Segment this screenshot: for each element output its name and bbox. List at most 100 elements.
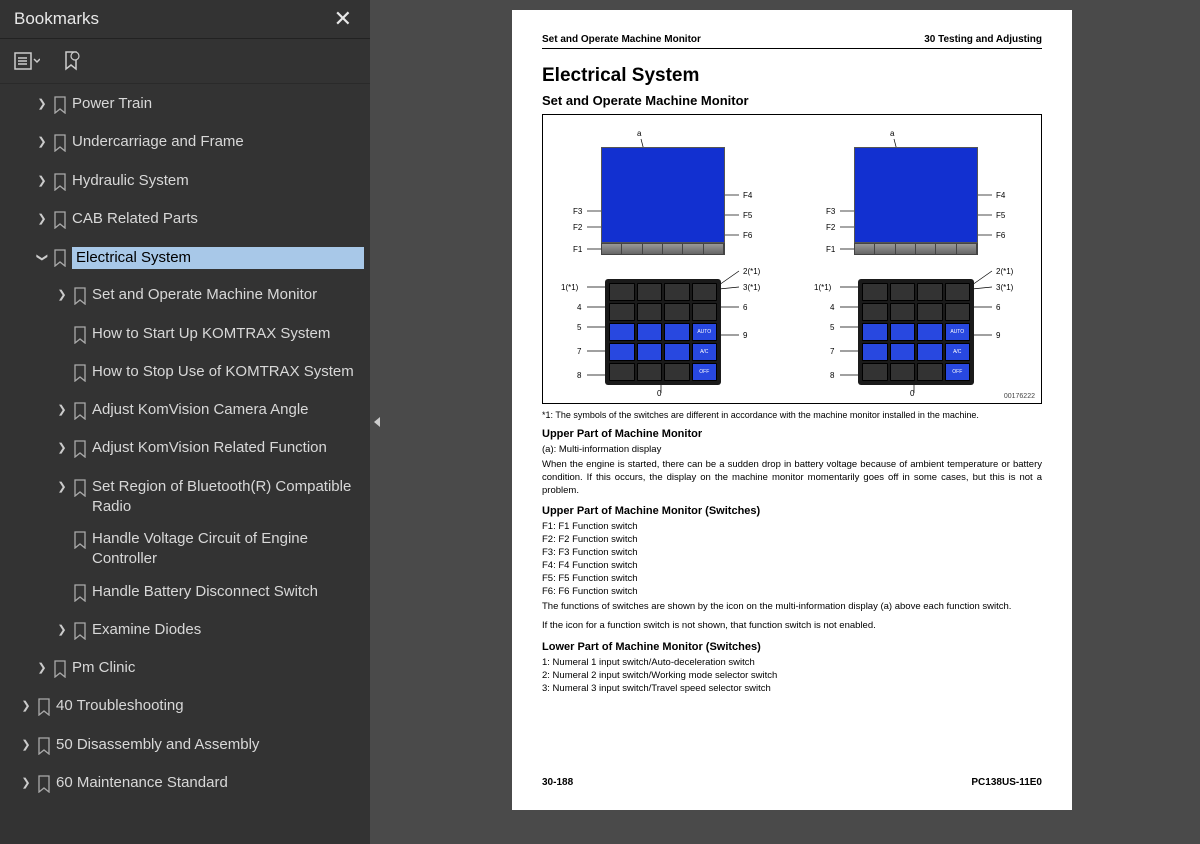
bookmark-item[interactable]: How to Stop Use of KOMTRAX System bbox=[4, 356, 370, 394]
bookmark-tree[interactable]: ❯Power Train❯Undercarriage and Frame❯Hyd… bbox=[0, 84, 370, 844]
document-viewport[interactable]: Set and Operate Machine Monitor 30 Testi… bbox=[384, 0, 1200, 844]
bookmark-icon bbox=[52, 173, 72, 197]
bookmark-icon bbox=[72, 287, 92, 311]
bookmark-icon bbox=[36, 698, 56, 722]
bookmark-label: Pm Clinic bbox=[72, 658, 364, 678]
page-h1: Electrical System bbox=[542, 65, 1042, 87]
options-icon[interactable] bbox=[14, 49, 40, 73]
chevron-icon[interactable]: ❯ bbox=[16, 699, 36, 714]
bookmark-label: 60 Maintenance Standard bbox=[56, 773, 364, 793]
chevron-icon[interactable]: ❯ bbox=[16, 776, 36, 791]
para-b1: The functions of switches are shown by t… bbox=[542, 601, 1042, 614]
chevron-icon[interactable]: ❯ bbox=[52, 288, 72, 303]
bookmark-item[interactable]: ❯ 40 Troubleshooting bbox=[4, 690, 370, 728]
bookmark-label: Set and Operate Machine Monitor bbox=[92, 285, 364, 305]
page-h2: Set and Operate Machine Monitor bbox=[542, 93, 1042, 108]
bookmark-item[interactable]: ❯ Electrical System bbox=[4, 241, 370, 279]
bookmark-icon bbox=[52, 134, 72, 158]
chevron-icon[interactable]: ❯ bbox=[32, 135, 52, 150]
list-item: F4: F4 Function switch bbox=[542, 560, 1042, 571]
para-b2: If the icon for a function switch is not… bbox=[542, 620, 1042, 633]
bookmark-item[interactable]: ❯ Hydraulic System bbox=[4, 165, 370, 203]
list-item: 1: Numeral 1 input switch/Auto-decelerat… bbox=[542, 657, 1042, 668]
bookmark-label: Handle Voltage Circuit of Engine Control… bbox=[92, 529, 364, 570]
bookmark-item[interactable]: Handle Voltage Circuit of Engine Control… bbox=[4, 523, 370, 576]
list-item: F2: F2 Function switch bbox=[542, 534, 1042, 545]
bookmark-ribbon-icon[interactable] bbox=[58, 49, 84, 73]
monitor-diagram-left: aF3F2F1F4F5F6AUTOA/COFF1(*1)45782(*1)3(*… bbox=[551, 129, 780, 397]
bookmark-icon bbox=[72, 440, 92, 464]
bookmark-label: Hydraulic System bbox=[72, 171, 364, 191]
page-footer: 30-188 PC138US-11E0 bbox=[542, 777, 1042, 788]
bookmark-item[interactable]: ❯ Set and Operate Machine Monitor bbox=[4, 279, 370, 317]
bookmark-item[interactable]: ❯ Examine Diodes bbox=[4, 614, 370, 652]
bookmark-item[interactable]: ❯ Pm Clinic bbox=[4, 652, 370, 690]
heading-upper: Upper Part of Machine Monitor bbox=[542, 428, 1042, 440]
bookmark-label: How to Stop Use of KOMTRAX System bbox=[92, 362, 364, 382]
bookmark-label: Adjust KomVision Related Function bbox=[92, 438, 364, 458]
bookmark-item[interactable]: ❯ CAB Related Parts bbox=[4, 203, 370, 241]
bookmark-icon bbox=[72, 622, 92, 646]
bookmark-icon bbox=[72, 364, 92, 388]
header-right: 30 Testing and Adjusting bbox=[924, 34, 1042, 45]
bookmark-item[interactable]: ❯ Adjust KomVision Related Function bbox=[4, 432, 370, 470]
chevron-icon[interactable]: ❯ bbox=[16, 738, 36, 753]
bookmark-item[interactable]: ❯Power Train bbox=[4, 88, 370, 126]
figure-footnote: *1: The symbols of the switches are diff… bbox=[542, 410, 1042, 420]
bookmark-item[interactable]: ❯Undercarriage and Frame bbox=[4, 126, 370, 164]
bookmark-item[interactable]: ❯ 60 Maintenance Standard bbox=[4, 767, 370, 805]
bookmark-item[interactable]: ❯Adjust KomVision Camera Angle bbox=[4, 394, 370, 432]
close-icon[interactable]: ✕ bbox=[330, 6, 356, 32]
chevron-icon[interactable]: ❯ bbox=[52, 480, 72, 495]
footer-left: 30-188 bbox=[542, 777, 573, 788]
bookmark-label: Set Region of Bluetooth(R) Compatible Ra… bbox=[92, 477, 364, 518]
figure-id: 00176222 bbox=[1004, 393, 1035, 400]
panel-collapse-handle[interactable] bbox=[370, 0, 384, 844]
chevron-left-icon bbox=[374, 417, 380, 427]
bookmark-label: CAB Related Parts bbox=[72, 209, 364, 229]
list-item: F3: F3 Function switch bbox=[542, 547, 1042, 558]
sidebar-toolbar bbox=[0, 39, 370, 84]
bookmark-item[interactable]: Handle Battery Disconnect Switch bbox=[4, 576, 370, 614]
heading-upper-switches: Upper Part of Machine Monitor (Switches) bbox=[542, 505, 1042, 517]
chevron-icon[interactable]: ❯ bbox=[52, 403, 72, 418]
bookmark-item[interactable]: ❯ Set Region of Bluetooth(R) Compatible R… bbox=[4, 471, 370, 524]
chevron-icon[interactable]: ❯ bbox=[32, 212, 52, 227]
pdf-page: Set and Operate Machine Monitor 30 Testi… bbox=[512, 10, 1072, 810]
chevron-icon[interactable]: ❯ bbox=[32, 174, 52, 189]
sub-a: (a): Multi-information display bbox=[542, 444, 1042, 455]
para-a: When the engine is started, there can be… bbox=[542, 459, 1042, 497]
bookmark-icon bbox=[72, 531, 92, 555]
f-switch-list: F1: F1 Function switch F2: F2 Function sw… bbox=[542, 521, 1042, 597]
bookmark-icon bbox=[52, 249, 72, 273]
monitor-diagram-right: aF3F2F1F4F5F6AUTOA/COFF1(*1)45782(*1)3(*… bbox=[804, 129, 1033, 397]
chevron-icon[interactable]: ❯ bbox=[32, 661, 52, 676]
sidebar-header: Bookmarks ✕ bbox=[0, 0, 370, 39]
figure-box: aF3F2F1F4F5F6AUTOA/COFF1(*1)45782(*1)3(*… bbox=[542, 114, 1042, 404]
bookmarks-panel: Bookmarks ✕ ❯Power Train❯Undercarriage a… bbox=[0, 0, 370, 844]
header-left: Set and Operate Machine Monitor bbox=[542, 34, 701, 45]
page-running-header: Set and Operate Machine Monitor 30 Testi… bbox=[542, 34, 1042, 49]
bookmark-label: How to Start Up KOMTRAX System bbox=[92, 324, 364, 344]
bookmark-icon bbox=[36, 775, 56, 799]
chevron-icon[interactable]: ❯ bbox=[32, 250, 52, 265]
bookmark-icon bbox=[52, 660, 72, 684]
bookmark-label: Examine Diodes bbox=[92, 620, 364, 640]
bookmark-icon bbox=[72, 326, 92, 350]
bookmark-label: Electrical System bbox=[72, 247, 364, 269]
bookmark-icon bbox=[52, 211, 72, 235]
bookmark-item[interactable]: ❯50 Disassembly and Assembly bbox=[4, 729, 370, 767]
chevron-icon[interactable]: ❯ bbox=[52, 623, 72, 638]
bookmark-label: Handle Battery Disconnect Switch bbox=[92, 582, 364, 602]
chevron-icon[interactable]: ❯ bbox=[32, 97, 52, 112]
bookmark-icon bbox=[72, 479, 92, 503]
bookmark-label: 40 Troubleshooting bbox=[56, 696, 364, 716]
chevron-icon[interactable]: ❯ bbox=[52, 441, 72, 456]
n-switch-list: 1: Numeral 1 input switch/Auto-decelerat… bbox=[542, 657, 1042, 694]
heading-lower-switches: Lower Part of Machine Monitor (Switches) bbox=[542, 641, 1042, 653]
bookmark-icon bbox=[72, 584, 92, 608]
list-item: F5: F5 Function switch bbox=[542, 573, 1042, 584]
bookmark-item[interactable]: How to Start Up KOMTRAX System bbox=[4, 318, 370, 356]
list-item: 3: Numeral 3 input switch/Travel speed s… bbox=[542, 683, 1042, 694]
list-item: F1: F1 Function switch bbox=[542, 521, 1042, 532]
